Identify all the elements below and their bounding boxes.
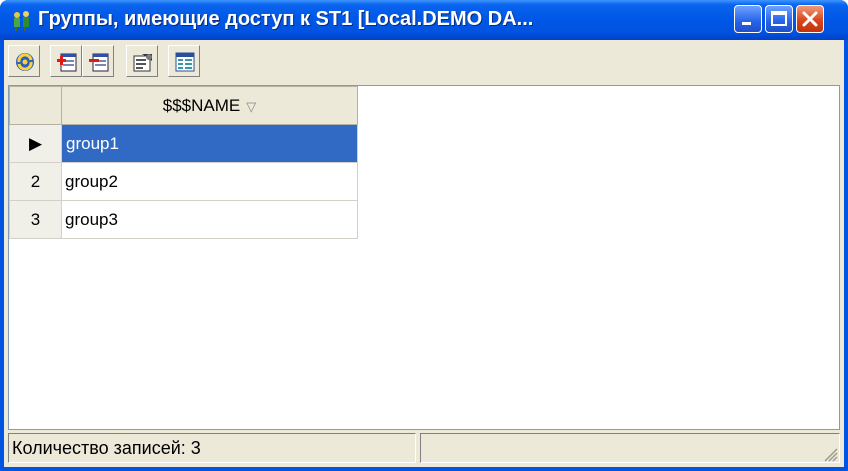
table-cell[interactable]: group2	[61, 162, 358, 201]
app-window: Группы, имеющие доступ к ST1 [Local.DEMO…	[0, 0, 848, 471]
column-header-name[interactable]: $$$NAME ▽	[61, 86, 358, 125]
close-icon	[802, 11, 818, 27]
table-row[interactable]: 3 group3	[9, 200, 358, 239]
status-record-count: Количество записей: 3	[8, 433, 416, 463]
refresh-icon	[16, 53, 34, 71]
cell-text: group2	[65, 171, 118, 191]
table-cell[interactable]: group3	[61, 200, 358, 239]
grid-icon	[175, 52, 195, 72]
table-row[interactable]: 2 group2	[9, 162, 358, 201]
column-header-label: $$$NAME	[162, 95, 241, 115]
row-indicator-icon[interactable]: ▶	[9, 124, 62, 163]
minimize-icon	[742, 22, 751, 25]
status-bar: Количество записей: 3	[8, 432, 840, 464]
properties-button[interactable]	[126, 45, 158, 77]
remove-icon	[89, 53, 109, 72]
row-number[interactable]: 3	[9, 200, 62, 239]
table-row[interactable]: ▶ group1	[9, 124, 358, 163]
add-group-button[interactable]	[50, 45, 82, 77]
refresh-button[interactable]	[8, 45, 40, 77]
title-bar[interactable]: Группы, имеющие доступ к ST1 [Local.DEMO…	[0, 0, 848, 40]
groups-table: $$$NAME ▽ ▶ group1 2 group2 3 group3	[9, 86, 358, 239]
cell-text: group3	[65, 209, 118, 229]
client-area: $$$NAME ▽ ▶ group1 2 group2 3 group3 Коли…	[4, 40, 844, 467]
sort-indicator-icon[interactable]: ▽	[246, 99, 256, 114]
close-button[interactable]	[796, 5, 824, 33]
resize-grip-icon[interactable]	[820, 444, 838, 462]
toolbar	[4, 40, 844, 84]
properties-icon	[133, 54, 152, 72]
data-grid[interactable]: $$$NAME ▽ ▶ group1 2 group2 3 group3	[8, 85, 840, 430]
window-title: Группы, имеющие доступ к ST1 [Local.DEMO…	[38, 8, 534, 30]
minimize-button[interactable]	[734, 5, 762, 33]
add-icon	[57, 53, 77, 72]
grid-corner[interactable]	[9, 86, 62, 125]
users-group-icon	[14, 11, 29, 31]
grid-view-button[interactable]	[168, 45, 200, 77]
status-pane-2	[420, 433, 840, 463]
maximize-button[interactable]	[765, 5, 793, 33]
row-number[interactable]: 2	[9, 162, 62, 201]
header-row: $$$NAME ▽	[9, 86, 358, 125]
remove-group-button[interactable]	[82, 45, 114, 77]
maximize-icon	[771, 11, 787, 26]
cell-text: group1	[66, 133, 119, 153]
table-cell[interactable]: group1	[61, 124, 358, 163]
